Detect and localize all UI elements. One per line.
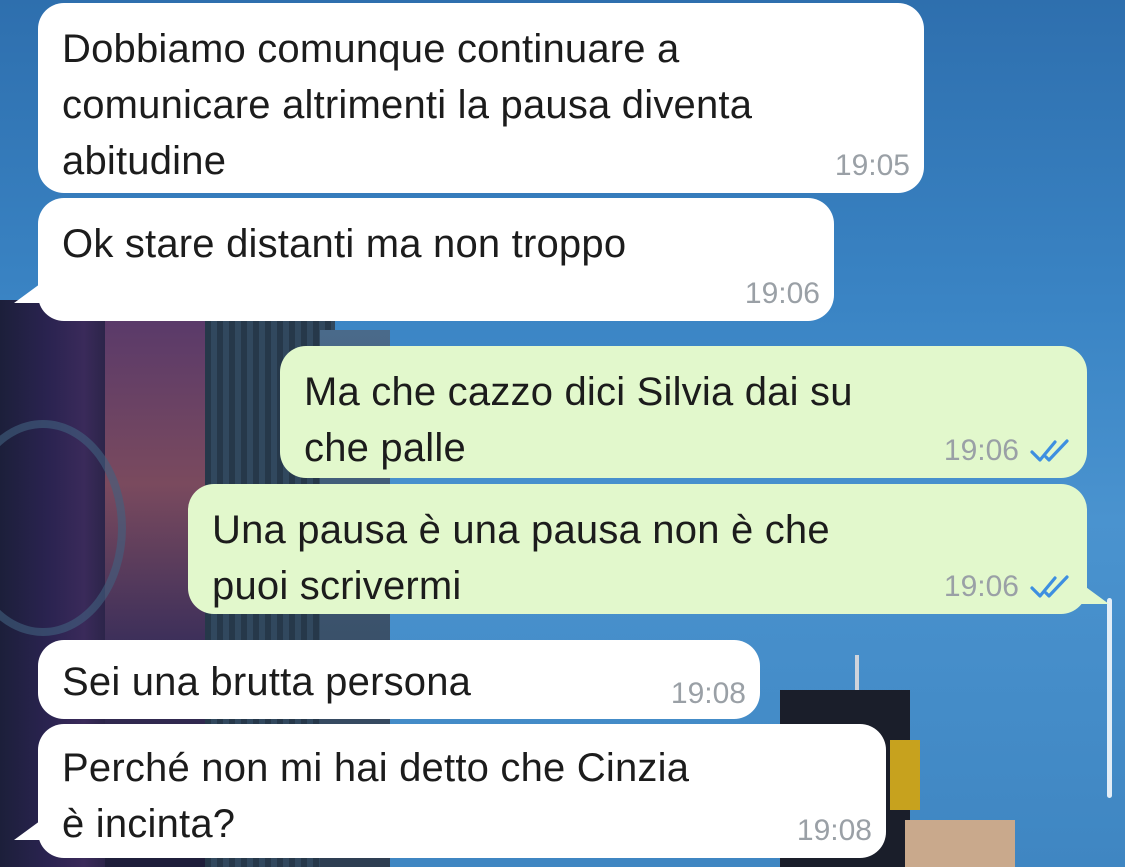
message-time: 19:08 (670, 677, 746, 710)
message-text: Dobbiamo comunque continuare a comunicar… (62, 27, 753, 183)
bubble-tail (14, 281, 44, 303)
message-time: 19:06 (943, 434, 1019, 467)
incoming-message[interactable]: Perché non mi hai detto che Cinzia è inc… (14, 724, 886, 858)
scrollbar[interactable] (1107, 598, 1112, 798)
double-check-icon (1030, 439, 1069, 462)
message-time: 19:05 (834, 149, 910, 182)
bubble-tail (14, 818, 44, 840)
incoming-message[interactable]: Dobbiamo comunque continuare a comunicar… (38, 3, 924, 193)
message-text: Una pausa è una pausa non è che puoi scr… (212, 508, 830, 608)
double-check-icon (1030, 575, 1069, 598)
bubble-tail (1079, 582, 1109, 604)
message-text: Ok stare distanti ma non troppo (62, 222, 627, 266)
message-text: Sei una brutta persona (62, 660, 472, 704)
message-time: 19:06 (744, 277, 820, 310)
incoming-message[interactable]: Ok stare distanti ma non troppo 19:06 (14, 198, 834, 321)
incoming-message[interactable]: Sei una brutta persona 19:08 (38, 640, 760, 719)
message-time: 19:06 (943, 570, 1019, 603)
outgoing-message[interactable]: Ma che cazzo dici Silvia dai su che pall… (280, 346, 1087, 478)
outgoing-message[interactable]: Una pausa è una pausa non è che puoi scr… (188, 484, 1109, 614)
message-time: 19:08 (796, 814, 872, 847)
message-text: Perché non mi hai detto che Cinzia è inc… (62, 746, 690, 846)
